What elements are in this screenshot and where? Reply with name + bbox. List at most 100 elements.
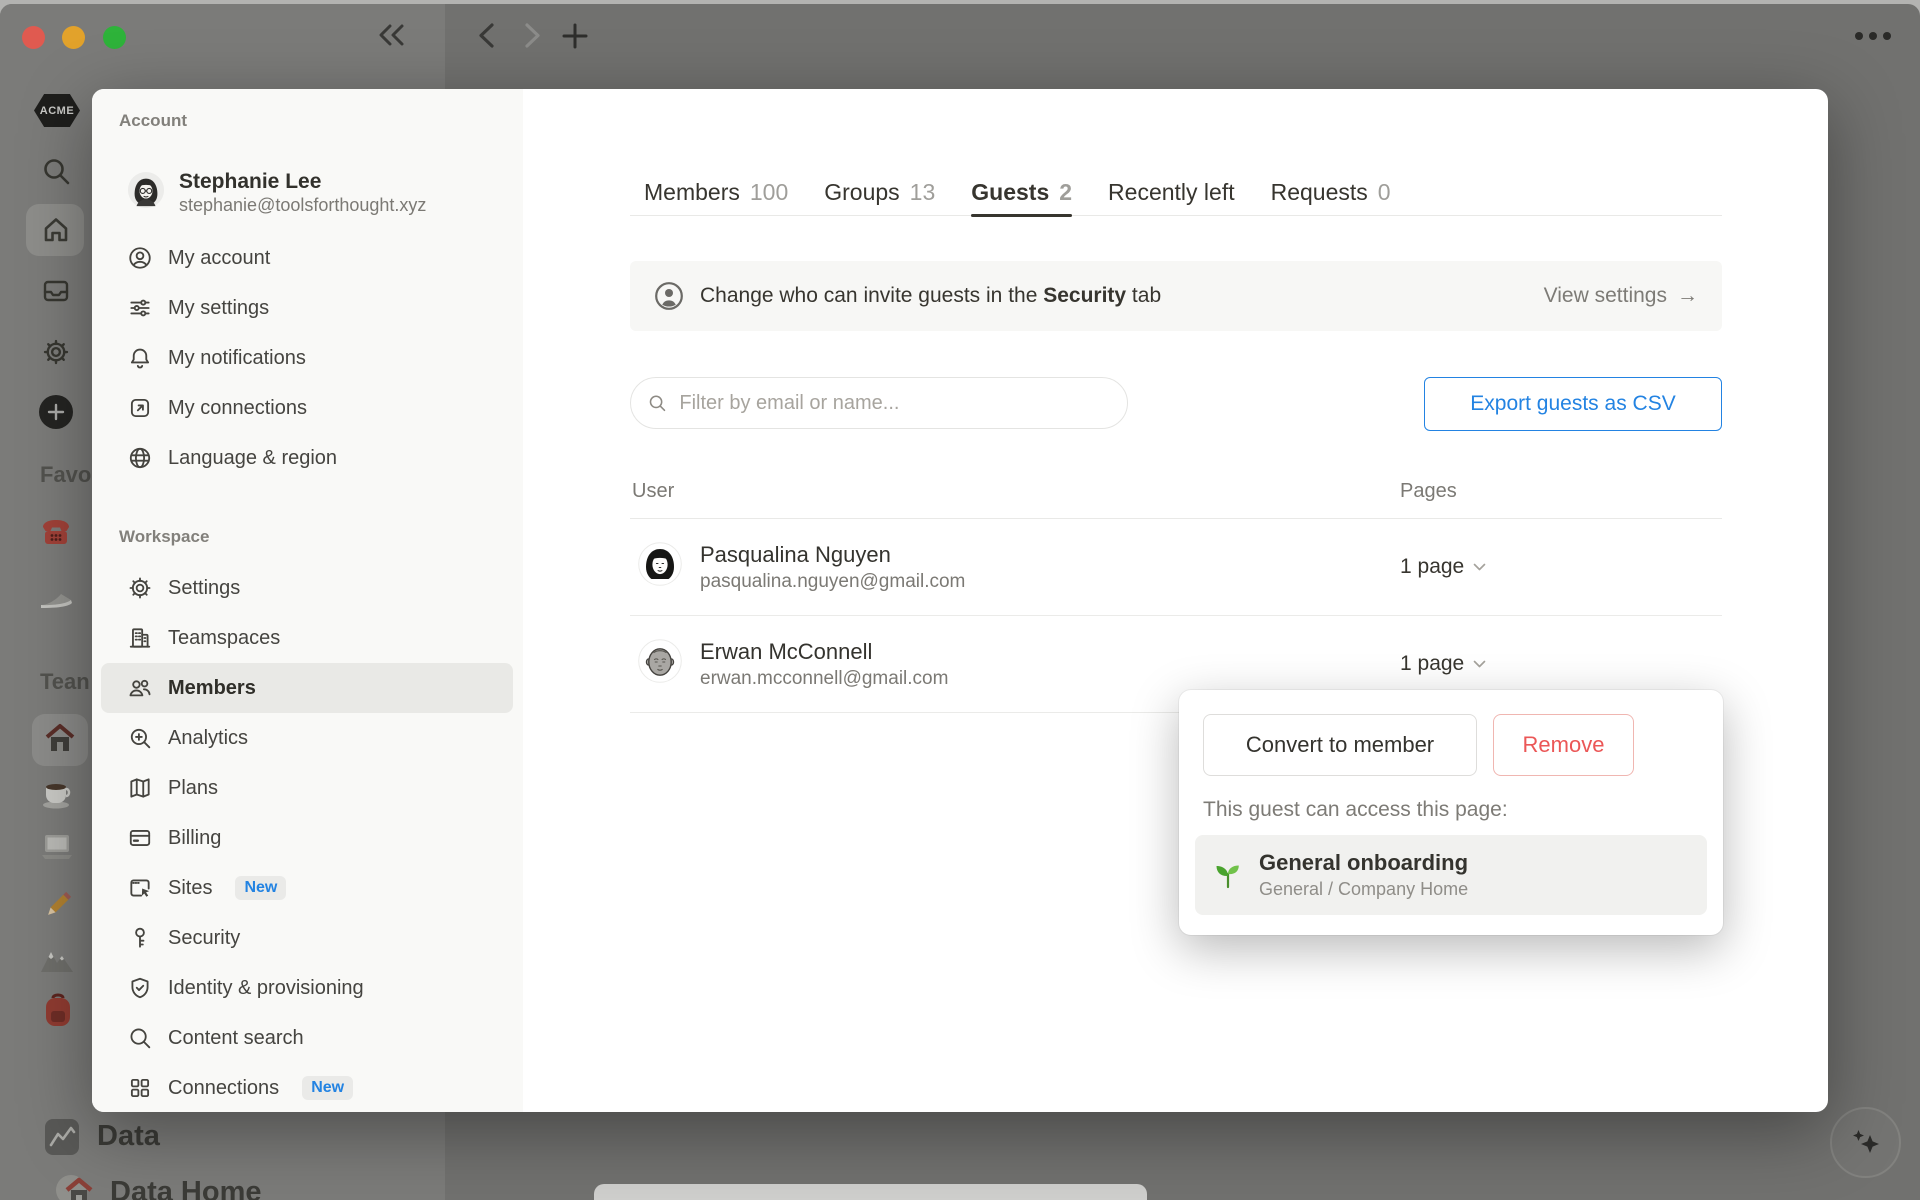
tab-groups[interactable]: Groups 13 bbox=[824, 170, 935, 215]
convert-to-member-button[interactable]: Convert to member bbox=[1203, 714, 1477, 776]
globe-icon bbox=[129, 447, 151, 469]
sidebar-item-members[interactable]: Members bbox=[101, 663, 513, 713]
invite-settings-banner: Change who can invite guests in the Secu… bbox=[630, 261, 1722, 331]
workspace-menu: Settings Teamspaces Members Analytics Pl… bbox=[101, 563, 513, 1112]
data-home-label[interactable]: Data Home bbox=[110, 1176, 262, 1200]
phone-icon[interactable] bbox=[40, 514, 72, 550]
person-circle-icon bbox=[129, 247, 151, 269]
double-chevron-left-icon[interactable] bbox=[376, 20, 408, 50]
column-user: User bbox=[632, 480, 675, 502]
search-input[interactable] bbox=[677, 390, 1111, 416]
home-icon[interactable] bbox=[41, 215, 71, 245]
background-card-fragment bbox=[594, 1184, 1147, 1200]
remove-guest-button[interactable]: Remove bbox=[1493, 714, 1634, 776]
browser-cursor-icon bbox=[130, 879, 150, 897]
chevron-left-icon[interactable] bbox=[476, 22, 498, 49]
pages-dropdown[interactable]: 1 page bbox=[1400, 555, 1487, 579]
credit-card-icon bbox=[129, 830, 151, 846]
guest-actions-popover: Convert to member Remove This guest can … bbox=[1179, 690, 1723, 935]
backpack-icon[interactable] bbox=[41, 992, 75, 1030]
sidebar-item-sites[interactable]: Sites New bbox=[101, 863, 513, 913]
tab-guests[interactable]: Guests 2 bbox=[971, 170, 1072, 217]
traffic-light-zoom[interactable] bbox=[103, 26, 126, 49]
traffic-light-minimize[interactable] bbox=[62, 26, 85, 49]
tab-requests[interactable]: Requests 0 bbox=[1271, 170, 1391, 215]
sidebar-item-content-search[interactable]: Content search bbox=[101, 1013, 513, 1063]
account-menu: My account My settings My notifications … bbox=[101, 233, 513, 483]
sparkles-icon bbox=[1852, 1129, 1879, 1153]
mountain-icon[interactable] bbox=[38, 944, 76, 976]
plus-circle-icon[interactable] bbox=[39, 395, 73, 429]
pencil-icon[interactable] bbox=[41, 888, 75, 922]
arrow-right-icon: → bbox=[1677, 284, 1698, 307]
gear-icon bbox=[129, 577, 151, 599]
new-badge: New bbox=[235, 876, 287, 900]
sneaker-icon[interactable] bbox=[38, 582, 74, 612]
sidebar-item-my-connections[interactable]: My connections bbox=[101, 383, 513, 433]
avatar bbox=[638, 639, 682, 688]
export-guests-button[interactable]: Export guests as CSV bbox=[1424, 377, 1722, 431]
data-section-label[interactable]: Data bbox=[97, 1120, 160, 1153]
seedling-icon bbox=[1216, 865, 1239, 889]
account-user[interactable]: Stephanie Lee stephanie@toolsforthought.… bbox=[119, 169, 426, 216]
chevron-down-icon bbox=[1473, 660, 1486, 667]
sidebar-item-security[interactable]: Security bbox=[101, 913, 513, 963]
account-section-label: Account bbox=[119, 111, 187, 130]
banner-text: Change who can invite guests in the Secu… bbox=[700, 284, 1162, 307]
arrow-up-right-square-icon bbox=[130, 398, 150, 418]
chart-icon[interactable] bbox=[45, 1119, 79, 1155]
ellipsis-icon[interactable] bbox=[1853, 30, 1893, 42]
guest-filter-search[interactable] bbox=[630, 377, 1128, 429]
chevron-right-icon[interactable] bbox=[521, 22, 543, 49]
person-circle-icon bbox=[655, 282, 683, 310]
tab-members[interactable]: Members 100 bbox=[644, 170, 788, 215]
sidebar-item-identity-provisioning[interactable]: Identity & provisioning bbox=[101, 963, 513, 1013]
workspace-section-label: Workspace bbox=[119, 527, 210, 546]
search-icon bbox=[649, 395, 666, 412]
column-pages: Pages bbox=[1400, 480, 1457, 502]
magnifier-plus-icon bbox=[130, 728, 151, 749]
laptop-icon[interactable] bbox=[39, 832, 75, 862]
people-icon bbox=[129, 679, 151, 697]
account-user-name: Stephanie Lee bbox=[179, 170, 322, 193]
members-settings-content: Members 100 Groups 13 Guests 2 Recently lef… bbox=[630, 89, 1723, 1112]
traffic-light-close[interactable] bbox=[22, 26, 45, 49]
plus-icon[interactable] bbox=[560, 21, 590, 51]
house-icon[interactable] bbox=[43, 722, 77, 756]
sliders-icon bbox=[130, 299, 150, 317]
chevron-down-icon bbox=[1473, 563, 1486, 570]
map-icon bbox=[130, 778, 150, 798]
avatar bbox=[127, 171, 165, 214]
sidebar-item-settings[interactable]: Settings bbox=[101, 563, 513, 613]
grid-icon bbox=[130, 1078, 150, 1098]
sidebar-item-my-settings[interactable]: My settings bbox=[101, 283, 513, 333]
coffee-icon[interactable] bbox=[40, 776, 74, 810]
page-breadcrumb: General / Company Home bbox=[1259, 879, 1469, 899]
view-settings-link[interactable]: View settings → bbox=[1544, 284, 1698, 308]
inbox-icon[interactable] bbox=[41, 276, 71, 306]
search-icon[interactable] bbox=[41, 156, 71, 186]
pages-dropdown[interactable]: 1 page bbox=[1400, 652, 1487, 676]
sidebar-item-my-account[interactable]: My account bbox=[101, 233, 513, 283]
gear-icon[interactable] bbox=[41, 337, 71, 367]
sidebar-item-my-notifications[interactable]: My notifications bbox=[101, 333, 513, 383]
tab-recently-left[interactable]: Recently left bbox=[1108, 170, 1235, 215]
sidebar-item-connections[interactable]: Connections New bbox=[101, 1063, 513, 1112]
accessible-page-item[interactable]: General onboarding General / Company Hom… bbox=[1195, 835, 1707, 915]
sidebar-item-language-region[interactable]: Language & region bbox=[101, 433, 513, 483]
house-icon[interactable] bbox=[55, 1174, 95, 1200]
sidebar-item-teamspaces[interactable]: Teamspaces bbox=[101, 613, 513, 663]
members-tabs: Members 100 Groups 13 Guests 2 Recently lef… bbox=[630, 170, 1722, 217]
sidebar-item-plans[interactable]: Plans bbox=[101, 763, 513, 813]
favorites-section-label: Favo bbox=[40, 462, 92, 487]
settings-sidebar: Account Stephanie Lee stephanie@toolsfor… bbox=[92, 89, 523, 1112]
guest-name: Pasqualina Nguyen bbox=[700, 541, 891, 567]
key-icon bbox=[135, 927, 145, 948]
sidebar-item-analytics[interactable]: Analytics bbox=[101, 713, 513, 763]
sidebar-item-billing[interactable]: Billing bbox=[101, 813, 513, 863]
avatar bbox=[638, 542, 682, 591]
page-title: General onboarding bbox=[1259, 850, 1469, 875]
teamspaces-section-label: Tean bbox=[40, 669, 90, 694]
guest-row[interactable]: Pasqualina Nguyen pasqualina.nguyen@gmai… bbox=[630, 518, 1722, 616]
ai-assistant-button[interactable] bbox=[1830, 1107, 1901, 1178]
